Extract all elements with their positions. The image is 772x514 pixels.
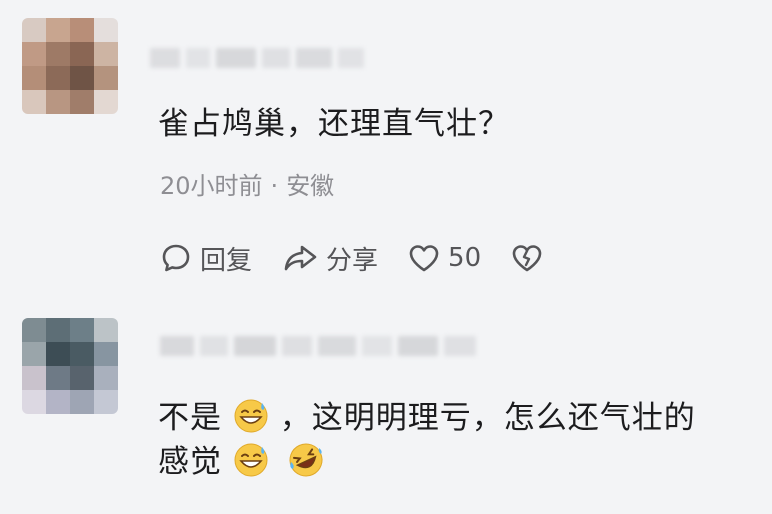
rolling-laughing-emoji — [289, 443, 323, 477]
comment-text-part: 不是 — [158, 400, 222, 436]
grinning-sweat-emoji — [234, 399, 268, 433]
comment-text-part: ，这明明理亏，怎么还气壮的 — [279, 400, 696, 436]
heart-icon — [409, 245, 439, 272]
share-button[interactable]: 分享 — [282, 240, 378, 277]
comment-location: 安徽 — [286, 172, 335, 200]
like-button[interactable]: 50 — [408, 243, 481, 273]
broken-heart-icon — [512, 245, 542, 272]
share-label: 分享 — [326, 245, 379, 276]
share-arrow-icon — [284, 245, 317, 271]
like-count: 50 — [448, 243, 482, 273]
comment-actions: 回复 分享 50 — [160, 238, 543, 278]
username-redacted[interactable] — [160, 336, 476, 356]
reply-button[interactable]: 回复 — [160, 240, 252, 277]
meta-separator: · — [270, 172, 279, 200]
grinning-sweat-emoji — [234, 443, 268, 477]
comment-item: 雀占鸠巢，还理直气壮？ 20小时前 · 安徽 回复 分享 50 — [0, 0, 772, 300]
username-redacted[interactable] — [150, 48, 364, 68]
comment-text-part: 感觉 — [158, 444, 222, 480]
comment-bubble-icon — [162, 244, 190, 272]
reply-label: 回复 — [200, 245, 253, 276]
comment-meta: 20小时前 · 安徽 — [160, 166, 334, 201]
comment-item: 不是 ，这明明理亏，怎么还气壮的 感觉 — [0, 306, 772, 514]
dislike-button[interactable] — [511, 243, 543, 273]
comment-time: 20小时前 — [160, 172, 263, 200]
avatar[interactable] — [22, 318, 118, 414]
avatar[interactable] — [22, 18, 118, 114]
comment-text: 不是 ，这明明理亏，怎么还气壮的 感觉 — [158, 396, 758, 484]
comment-text: 雀占鸠巢，还理直气壮？ — [158, 106, 510, 142]
